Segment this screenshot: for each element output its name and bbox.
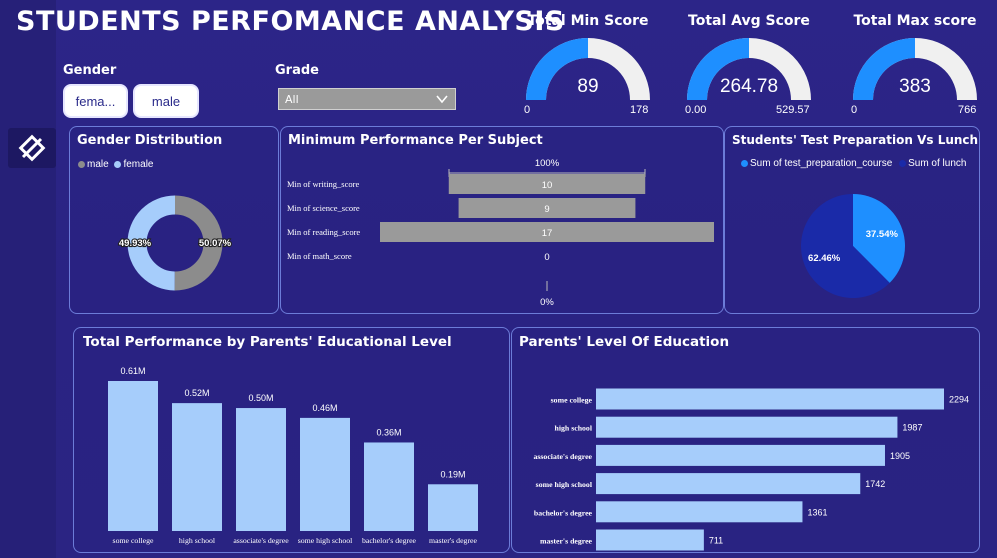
funnel-category-label: Min of math_score xyxy=(287,251,352,261)
horizontal-bar-value-label: 2294 xyxy=(949,395,969,405)
gender-legend: male female xyxy=(78,159,153,170)
legend-label-lunch: Sum of lunch xyxy=(908,158,967,169)
parents-education-panel: Parents' Level Of Education some college… xyxy=(511,327,980,553)
horizontal-bar-category-label: master's degree xyxy=(540,537,593,546)
test-prep-lunch-pie: 37.54% 62.46% xyxy=(801,194,905,298)
kpi-max-label: 766 xyxy=(958,104,977,116)
panel-title: Parents' Level Of Education xyxy=(519,334,730,350)
chevron-down-icon xyxy=(436,95,448,104)
horizontal-bar xyxy=(596,473,861,495)
min-performance-chart: 100% Min of writing_score 10 Min of science… xyxy=(287,158,714,308)
vertical-bar-value-label: 0.52M xyxy=(184,388,209,398)
side-navigation-strip xyxy=(0,0,56,558)
vertical-bar-value-label: 0.19M xyxy=(440,469,465,479)
donut-label-female: 49.93% xyxy=(119,238,152,249)
funnel-top-label: 100% xyxy=(535,158,560,169)
page-title: STUDENTS PERFOMANCE ANALYSIS xyxy=(16,6,565,37)
gender-option-male[interactable]: male xyxy=(133,84,199,118)
vertical-bar xyxy=(428,484,478,531)
funnel-value-label: 0 xyxy=(544,252,549,263)
kpi-min-label: 0.00 xyxy=(685,104,707,116)
min-performance-panel: Minimum Performance Per Subject 100% Min … xyxy=(280,126,724,314)
vertical-bar-value-label: 0.61M xyxy=(120,366,145,376)
grade-slicer-label: Grade xyxy=(275,63,319,78)
legend-swatch-lunch xyxy=(899,159,907,167)
vertical-bar xyxy=(300,417,350,531)
horizontal-bar xyxy=(596,501,803,523)
legend-swatch-test-prep xyxy=(741,159,748,167)
kpi-value-max: 383 xyxy=(899,76,931,97)
grade-dropdown[interactable]: All xyxy=(278,88,456,110)
panel-title: Minimum Performance Per Subject xyxy=(288,133,543,148)
funnel-category-label: Min of writing_score xyxy=(287,179,359,189)
vertical-bar xyxy=(172,403,222,531)
kpi-title-min: Total Min Score xyxy=(527,13,649,29)
vertical-bar-category-label: master's degree xyxy=(429,536,477,545)
horizontal-bar-value-label: 1905 xyxy=(890,451,910,461)
horizontal-bar xyxy=(596,529,704,551)
test-prep-legend: Sum of test_preparation_course Sum of lu… xyxy=(741,158,966,169)
gender-slicer-label: Gender xyxy=(63,63,117,78)
parents-education-chart: some college 2294 high school 1987 associate… xyxy=(533,388,969,551)
horizontal-bar-value-label: 711 xyxy=(709,536,723,546)
vertical-bar-value-label: 0.36M xyxy=(376,427,401,437)
horizontal-bar-category-label: associate's degree xyxy=(533,452,592,461)
vertical-bar xyxy=(364,442,414,531)
funnel-value-label: 9 xyxy=(544,204,549,215)
pie-label: 62.46% xyxy=(808,253,841,264)
horizontal-bar-category-label: some college xyxy=(551,396,593,405)
kpi-value-avg: 264.78 xyxy=(719,76,779,97)
funnel-value-label: 10 xyxy=(542,180,553,191)
parents-performance-chart: 0.61M some college 0.52M high school 0.50M as… xyxy=(108,366,478,545)
donut-label-male: 50.07% xyxy=(199,238,232,249)
vertical-bar-category-label: high school xyxy=(179,536,216,545)
horizontal-bar-value-label: 1987 xyxy=(902,423,922,433)
horizontal-bar-value-label: 1361 xyxy=(807,507,827,517)
legend-label-female: female xyxy=(123,159,154,170)
kpi-max-label: 529.57 xyxy=(776,104,810,116)
dashboard-canvas: STUDENTS PERFOMANCE ANALYSIS Gender fema… xyxy=(0,0,997,558)
kpi-value-min: 89 xyxy=(577,76,599,97)
vertical-bar-category-label: some high school xyxy=(298,536,353,545)
gender-option-female[interactable]: fema... xyxy=(63,84,128,118)
kpi-title-max: Total Max score xyxy=(853,13,977,29)
legend-label-male: male xyxy=(87,159,109,170)
horizontal-bar-category-label: bachelor's degree xyxy=(534,508,593,517)
diamond-icon xyxy=(18,134,46,162)
panel-title: Students' Test Preparation Vs Lunch xyxy=(732,133,979,147)
kpi-min-label: 0 xyxy=(524,104,531,116)
funnel-category-label: Min of science_score xyxy=(287,203,360,213)
vertical-bar-value-label: 0.50M xyxy=(248,393,273,403)
horizontal-bar-category-label: high school xyxy=(555,424,593,433)
funnel-bottom-label: 0% xyxy=(540,297,554,308)
nav-button[interactable] xyxy=(8,128,56,168)
vertical-bar-category-label: some college xyxy=(113,536,154,545)
vertical-bar-value-label: 0.46M xyxy=(312,403,337,413)
panel-title: Gender Distribution xyxy=(77,133,223,148)
funnel-value-label: 17 xyxy=(542,228,553,239)
parents-performance-panel: Total Performance by Parents' Educationa… xyxy=(73,327,510,553)
legend-swatch-female xyxy=(114,160,122,168)
horizontal-bar xyxy=(596,444,885,466)
vertical-bar-category-label: bachelor's degree xyxy=(362,536,417,545)
kpi-max-label: 178 xyxy=(630,104,649,116)
pie-label: 37.54% xyxy=(866,229,899,240)
grade-dropdown-value: All xyxy=(285,92,299,106)
horizontal-bar-value-label: 1742 xyxy=(865,479,885,489)
vertical-bar xyxy=(108,381,158,531)
horizontal-bar xyxy=(596,388,944,410)
gender-donut-chart: 50.07% 49.93% xyxy=(118,195,233,291)
panel-title: Total Performance by Parents' Educationa… xyxy=(83,334,452,350)
funnel-category-label: Min of reading_score xyxy=(287,227,360,237)
horizontal-bar xyxy=(596,416,898,438)
vertical-bar-category-label: associate's degree xyxy=(233,536,289,545)
kpi-min-label: 0 xyxy=(851,104,858,116)
test-prep-lunch-panel: Students' Test Preparation Vs Lunch Sum … xyxy=(724,126,980,314)
kpi-title-avg: Total Avg Score xyxy=(688,13,810,29)
legend-swatch-male xyxy=(78,160,85,168)
legend-label-test-prep: Sum of test_preparation_course xyxy=(750,158,893,169)
vertical-bar xyxy=(236,408,286,531)
gender-distribution-panel: Gender Distribution male female 50.07% 49… xyxy=(69,126,279,314)
horizontal-bar-category-label: some high school xyxy=(536,480,593,489)
